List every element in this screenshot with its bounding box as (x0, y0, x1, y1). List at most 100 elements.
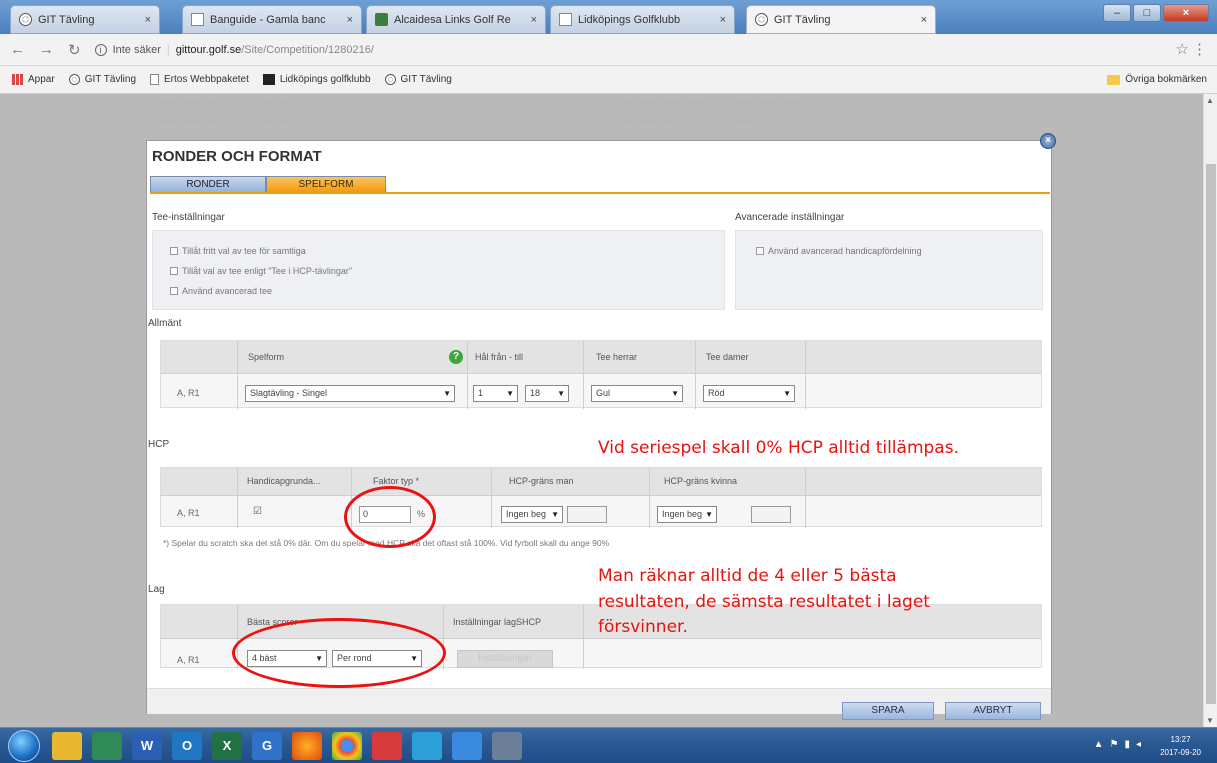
help-icon[interactable]: ? (449, 350, 463, 364)
forward-icon[interactable]: → (39, 41, 54, 58)
highlight-circle (344, 486, 436, 548)
advanced-settings-box (735, 230, 1043, 310)
app-icon[interactable] (372, 732, 402, 760)
hcp-limit-women-input[interactable] (751, 506, 791, 523)
checkmark-icon[interactable]: ☑ (253, 506, 262, 517)
page-icon (150, 74, 160, 85)
checkbox[interactable] (170, 247, 178, 255)
cancel-button[interactable]: AVBRYT (945, 702, 1041, 720)
app-icon[interactable] (492, 732, 522, 760)
background-text (160, 118, 215, 124)
tee-option-hcp[interactable]: Tillåt val av tee enligt "Tee i HCP-tävl… (170, 266, 352, 276)
app-icon[interactable] (92, 732, 122, 760)
close-icon[interactable]: × (714, 14, 726, 26)
skype-icon[interactable] (412, 732, 442, 760)
hcp-limit-men-input[interactable] (567, 506, 607, 523)
hcp-limit-men-select[interactable]: Ingen beg ▼ (501, 506, 563, 523)
explorer-icon[interactable] (52, 732, 82, 760)
close-icon[interactable]: × (525, 14, 537, 26)
back-icon[interactable]: ← (10, 41, 25, 58)
tee-men-select[interactable]: Gul ▼ (591, 385, 683, 402)
bookmark-item[interactable]: GIT Tävling (384, 74, 452, 85)
team-settings-button[interactable]: Inställningar (457, 650, 553, 668)
browser-tab[interactable]: Alcaidesa Links Golf Re × (366, 5, 546, 34)
window-close-icon[interactable]: × (1163, 4, 1209, 22)
outlook-icon[interactable]: O (172, 732, 202, 760)
bookmarks-bar: Appar GIT Tävling Ertos Webbpaketet Lidk… (0, 66, 1217, 94)
page-icon (191, 13, 204, 26)
ie-icon[interactable] (452, 732, 482, 760)
browser-tab[interactable]: Lidköpings Golfklubb × (550, 5, 735, 34)
tee-option-advanced[interactable]: Använd avancerad tee (170, 286, 272, 296)
tab-label: Banguide - Gamla banc (210, 13, 326, 26)
bookmark-star-icon[interactable]: ☆ (1176, 40, 1189, 58)
dropdown-arrow-icon: ▼ (506, 389, 514, 398)
hcp-limit-women-select[interactable]: Ingen beg ▼ (657, 506, 717, 523)
apps-icon (12, 74, 23, 85)
checkbox[interactable] (170, 267, 178, 275)
url-host: gittour.golf.se (175, 43, 242, 56)
page-icon (559, 13, 572, 26)
checkbox-label: Använd avancerad tee (182, 286, 273, 296)
browser-tab-strip: GIT Tävling × Banguide - Gamla banc × Al… (0, 0, 1217, 34)
advanced-hcp-option[interactable]: Använd avancerad handicapfördelning (756, 246, 922, 256)
minimize-icon[interactable]: – (1103, 4, 1131, 22)
word-icon[interactable]: W (132, 732, 162, 760)
tee-option-free[interactable]: Tillåt fritt val av tee för samtliga (170, 246, 306, 256)
bookmark-apps[interactable]: Appar (12, 74, 55, 85)
close-icon[interactable]: × (139, 14, 151, 26)
bookmark-label: Ertos Webbpaketet (164, 74, 249, 85)
hole-from-select[interactable]: 1 ▼ (473, 385, 518, 402)
close-icon[interactable]: × (915, 14, 927, 26)
folder-icon (1107, 74, 1121, 85)
other-bookmarks[interactable]: Övriga bokmärken (1107, 74, 1207, 85)
tab-label: Alcaidesa Links Golf Re (394, 13, 511, 26)
globe-icon (68, 74, 80, 85)
save-button[interactable]: SPARA (842, 702, 934, 720)
bookmark-item[interactable]: Ertos Webbpaketet (150, 74, 249, 85)
globe-icon (384, 74, 396, 85)
select-value: Slagtävling - Singel (250, 388, 328, 398)
bookmark-item[interactable]: Lidköpings golfklubb (262, 74, 371, 85)
dropdown-arrow-icon: ▼ (671, 389, 679, 398)
annotation-line: försvinner. (598, 617, 688, 637)
chrome-icon[interactable] (332, 732, 362, 760)
close-icon[interactable]: × (341, 14, 353, 26)
tab-ronder[interactable]: RONDER (150, 176, 266, 192)
browser-tab[interactable]: Banguide - Gamla banc × (182, 5, 362, 34)
clock[interactable]: 13:27 2017-09-20 (1160, 733, 1201, 759)
system-tray[interactable]: ▲⚑▮◂ (1094, 739, 1147, 750)
select-value: Ingen beg (662, 509, 703, 519)
advanced-settings-heading: Avancerade inställningar (735, 212, 845, 223)
general-heading: Allmänt (148, 318, 182, 329)
address-bar[interactable]: i Inte säker | gittour.golf.se/Site/Comp… (94, 43, 374, 56)
spelform-select[interactable]: Slagtävling - Singel ▼ (245, 385, 455, 402)
tab-label: Lidköpings Golfklubb (578, 13, 681, 26)
info-icon[interactable]: i (94, 43, 107, 56)
maximize-icon[interactable]: □ (1133, 4, 1161, 22)
scroll-down-icon[interactable]: ▼ (1206, 716, 1214, 725)
checkbox[interactable] (170, 287, 178, 295)
reload-icon[interactable]: ↻ (68, 41, 81, 59)
scroll-up-icon[interactable]: ▲ (1206, 96, 1214, 105)
menu-icon[interactable]: ⋮ (1192, 40, 1207, 58)
tee-women-select[interactable]: Röd ▼ (703, 385, 795, 402)
g-app-icon[interactable]: G (252, 732, 282, 760)
screenshot: { "browser": { "tabs": [ {"label": "GIT … (0, 0, 1217, 763)
dialog-close-icon[interactable]: × (1040, 133, 1056, 149)
firefox-icon[interactable] (292, 732, 322, 760)
excel-icon[interactable]: X (212, 732, 242, 760)
hole-to-select[interactable]: 18 ▼ (525, 385, 569, 402)
bookmark-item[interactable]: GIT Tävling (68, 74, 136, 85)
select-value: 18 (530, 388, 541, 398)
start-button[interactable] (8, 730, 40, 762)
checkbox[interactable] (756, 247, 764, 255)
scrollbar-thumb[interactable] (1206, 164, 1216, 704)
page-scrollbar[interactable]: ▲ ▼ (1203, 94, 1217, 727)
browser-tab[interactable]: GIT Tävling × (10, 5, 160, 34)
column-header: Handicapgrunda... (247, 476, 321, 486)
browser-tab-active[interactable]: GIT Tävling × (746, 5, 936, 34)
tab-underline (150, 192, 1050, 194)
tab-spelform[interactable]: SPELFORM (266, 176, 386, 192)
checkbox-label: Tillåt fritt val av tee för samtliga (182, 246, 306, 256)
